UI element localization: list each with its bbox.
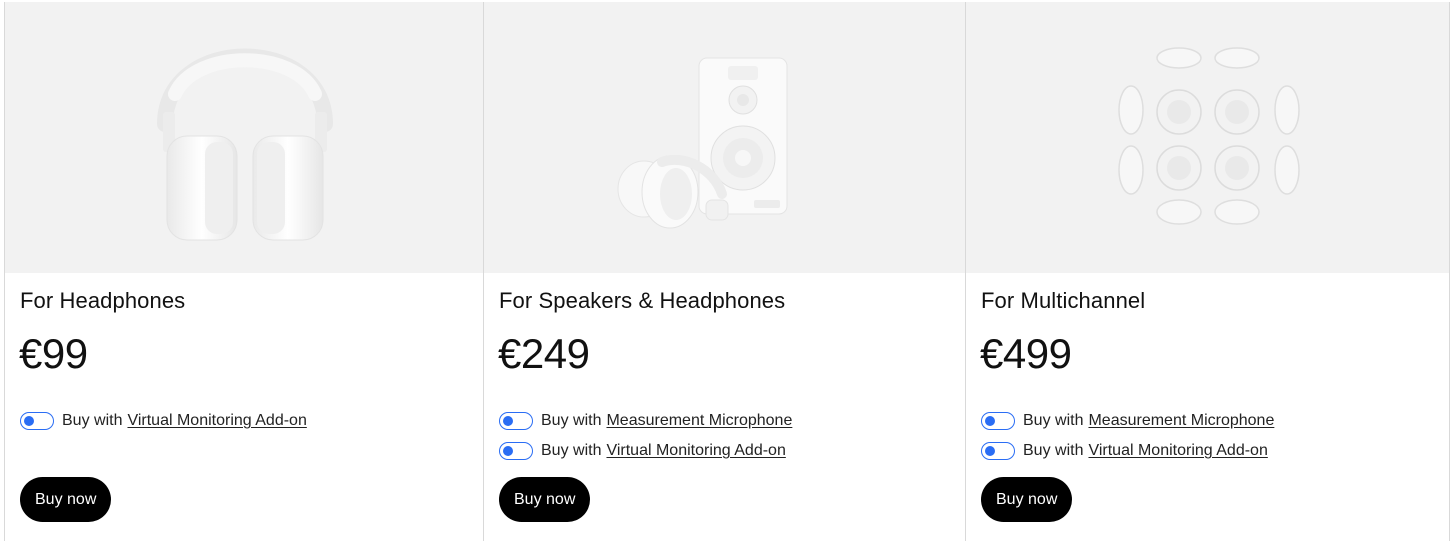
toggle-knob: [503, 445, 513, 456]
option-prefix: Buy with: [1023, 442, 1084, 459]
toggle-measurement-microphone[interactable]: [981, 412, 1015, 430]
toggle-knob: [985, 415, 995, 426]
speaker-and-headphones-image: [617, 57, 788, 229]
option-virtual-monitoring: Buy with Virtual Monitoring Add-on: [499, 440, 786, 462]
toggle-virtual-monitoring[interactable]: [20, 412, 54, 430]
buy-now-button[interactable]: Buy now: [20, 477, 112, 522]
product-card-headphones: For Headphones €99 Buy with Virtual Moni…: [4, 2, 483, 541]
product-title: For Multichannel: [981, 288, 1146, 313]
option-measurement-microphone: Buy with Measurement Microphone: [499, 410, 792, 432]
buy-now-button[interactable]: Buy now: [981, 477, 1073, 522]
option-prefix: Buy with: [541, 442, 602, 459]
link-measurement-microphone[interactable]: Measurement Microphone: [606, 412, 792, 430]
option-prefix: Buy with: [541, 412, 602, 429]
option-measurement-microphone: Buy with Measurement Microphone: [981, 410, 1274, 432]
product-image-area: [966, 2, 1449, 273]
headphones-image: [157, 48, 333, 241]
link-virtual-monitoring-addon[interactable]: Virtual Monitoring Add-on: [606, 442, 785, 460]
toggle-knob: [503, 415, 513, 426]
product-card-speakers-headphones: For Speakers & Headphones €249 Buy with …: [483, 2, 965, 541]
option-prefix: Buy with: [62, 412, 123, 429]
link-virtual-monitoring-addon[interactable]: Virtual Monitoring Add-on: [1088, 442, 1267, 460]
product-grid: For Headphones €99 Buy with Virtual Moni…: [4, 2, 1450, 541]
buy-now-button[interactable]: Buy now: [499, 477, 591, 522]
toggle-knob: [24, 415, 34, 426]
toggle-virtual-monitoring[interactable]: [981, 442, 1015, 460]
product-title: For Speakers & Headphones: [499, 288, 786, 313]
option-prefix: Buy with: [1023, 412, 1084, 429]
link-virtual-monitoring-addon[interactable]: Virtual Monitoring Add-on: [127, 412, 306, 430]
option-virtual-monitoring: Buy with Virtual Monitoring Add-on: [20, 410, 307, 432]
product-card-multichannel: For Multichannel €499 Buy with Measureme…: [965, 2, 1450, 541]
link-measurement-microphone[interactable]: Measurement Microphone: [1088, 412, 1274, 430]
product-title: For Headphones: [20, 288, 186, 313]
toggle-knob: [985, 445, 995, 456]
product-image-area: [484, 2, 965, 273]
toggle-measurement-microphone[interactable]: [499, 412, 533, 430]
product-price: €499: [980, 330, 1072, 377]
toggle-virtual-monitoring[interactable]: [499, 442, 533, 460]
product-price: €249: [498, 330, 590, 377]
product-image-area: [5, 2, 483, 273]
option-virtual-monitoring: Buy with Virtual Monitoring Add-on: [981, 440, 1268, 462]
multichannel-speaker-sphere-image: [1118, 47, 1300, 225]
product-price: €99: [19, 330, 88, 377]
